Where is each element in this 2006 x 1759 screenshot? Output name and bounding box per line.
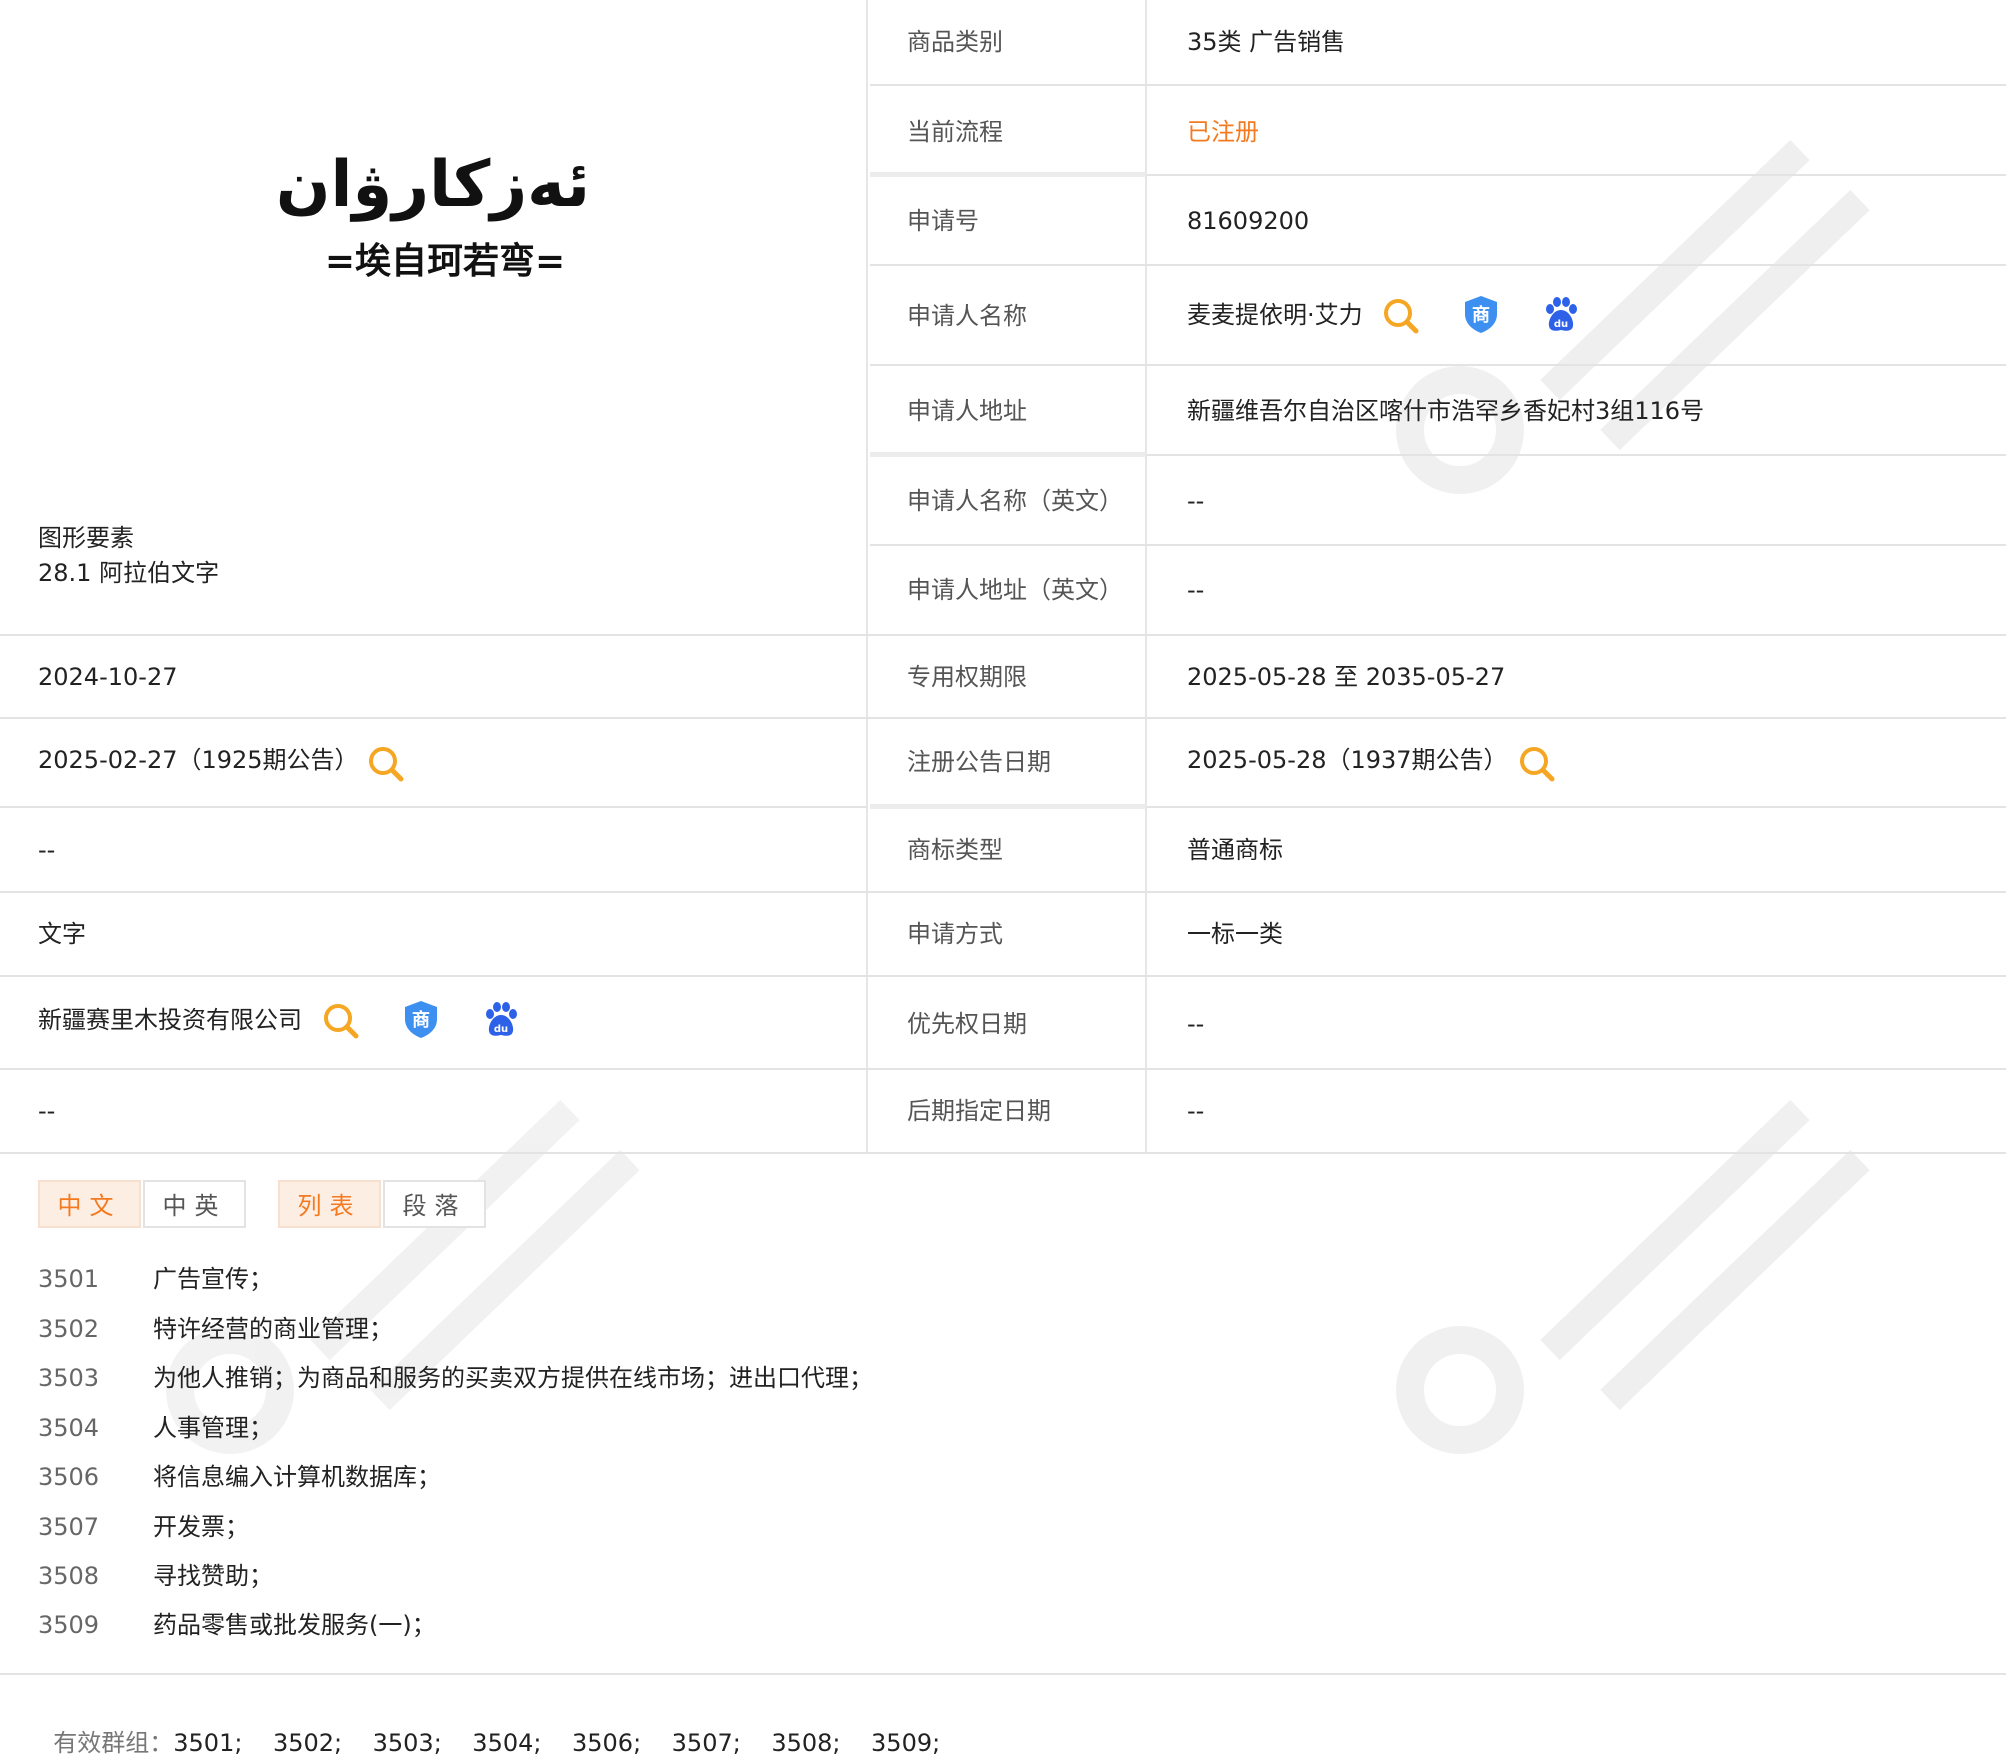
value-goods-class: 35类 广告销售 [1187, 28, 1346, 56]
label-current-process: 当前流程 [907, 118, 1003, 146]
value-later-designation-date: -- [1187, 1097, 1205, 1125]
service-name: 开发票； [153, 1513, 249, 1541]
watermark [166, 1099, 640, 1454]
tab-paragraph[interactable]: 段落 [383, 1180, 486, 1228]
value-trademark-type: 普通商标 [1187, 836, 1283, 864]
row-divider [1147, 174, 2006, 176]
value-applicant-address-en: -- [1187, 576, 1205, 604]
label-applicant-name-en: 申请人名称（英文） [907, 487, 1123, 515]
baidu-paw-icon[interactable] [481, 999, 521, 1039]
value-current-process: 已注册 [1187, 118, 1259, 146]
value-applicant-name-en: -- [1187, 487, 1205, 515]
trademark-shield-icon[interactable] [401, 999, 441, 1039]
search-icon[interactable] [1517, 744, 1557, 784]
label-goods-class: 商品类别 [907, 28, 1003, 56]
valid-groups-label: 有效群组： [53, 1729, 174, 1757]
value-left-empty-2: -- [38, 1097, 56, 1125]
tab-chinese[interactable]: 中文 [38, 1180, 141, 1228]
service-name: 人事管理； [153, 1414, 273, 1442]
label-exclusive-period: 专用权期限 [907, 663, 1027, 691]
value-left-empty-1: -- [38, 836, 56, 864]
service-code: 3501 [38, 1265, 100, 1293]
row-divider [870, 84, 2006, 86]
label-later-designation-date: 后期指定日期 [907, 1097, 1051, 1125]
service-code: 3506 [38, 1463, 100, 1491]
value-application-method: 一标一类 [1187, 920, 1283, 948]
baidu-paw-icon[interactable] [1541, 294, 1581, 334]
service-name: 广告宣传； [153, 1265, 273, 1293]
value-priority-date: -- [1187, 1010, 1205, 1038]
value-applicant-address: 新疆维吾尔自治区喀什市浩罕乡香妃村3组116号 [1187, 397, 1705, 425]
row-divider [1147, 806, 2006, 808]
label-application-number: 申请号 [907, 207, 979, 235]
service-name: 寻找赞助； [153, 1562, 273, 1590]
tab-chinese-english[interactable]: 中英 [143, 1180, 246, 1228]
row-divider [0, 1673, 2006, 1675]
value-applicant-name: 麦麦提依明·艾力 [1187, 301, 1363, 329]
row-divider [0, 717, 2006, 719]
watermark [1396, 139, 1870, 494]
row-divider [0, 634, 2006, 636]
service-code: 3503 [38, 1364, 100, 1392]
service-code: 3508 [38, 1562, 100, 1590]
search-icon[interactable] [1381, 296, 1421, 336]
label-trademark-type: 商标类型 [907, 836, 1003, 864]
column-divider [866, 0, 868, 1154]
value-registration-announcement-date: 2025-05-28（1937期公告） [1187, 746, 1508, 774]
row-divider [0, 1068, 2006, 1070]
row-divider [870, 452, 1146, 457]
service-code: 3509 [38, 1611, 100, 1639]
service-code: 3504 [38, 1414, 100, 1442]
service-name: 为他人推销；为商品和服务的买卖双方提供在线市场；进出口代理； [153, 1364, 873, 1392]
service-code: 3502 [38, 1315, 100, 1343]
label-applicant-address: 申请人地址 [907, 397, 1027, 425]
label-applicant-name: 申请人名称 [907, 302, 1027, 330]
row-divider [0, 975, 2006, 977]
label-registration-announcement-date: 注册公告日期 [907, 748, 1051, 776]
label-application-method: 申请方式 [907, 920, 1003, 948]
value-agency: 新疆赛里木投资有限公司 [38, 1006, 302, 1034]
label-priority-date: 优先权日期 [907, 1010, 1027, 1038]
value-mark-form: 文字 [38, 920, 86, 948]
search-icon[interactable] [366, 744, 406, 784]
row-divider [1147, 454, 2006, 456]
graphic-elements-value: 28.1 阿拉伯文字 [38, 559, 220, 587]
search-icon[interactable] [321, 1001, 361, 1041]
value-preliminary-announcement: 2025-02-27（1925期公告） [38, 746, 359, 774]
value-exclusive-period: 2025-05-28 至 2035-05-27 [1187, 663, 1506, 691]
trademark-logo: ئەزكارۋان =埃自珂若弯= [275, 140, 590, 310]
label-applicant-address-en: 申请人地址（英文） [907, 576, 1123, 604]
value-application-date: 2024-10-27 [38, 663, 178, 691]
tab-list[interactable]: 列表 [278, 1180, 381, 1228]
graphic-elements-title: 图形要素 [38, 524, 134, 552]
row-divider [0, 891, 2006, 893]
service-name: 药品零售或批发服务(一)； [153, 1611, 436, 1639]
service-code: 3507 [38, 1513, 100, 1541]
logo-arabic-text: ئەزكارۋان [275, 148, 590, 222]
row-divider [0, 806, 868, 808]
row-divider [870, 544, 2006, 546]
valid-groups: 有效群组：3501; 3502; 3503; 3504; 3506; 3507;… [38, 1695, 940, 1759]
watermark [1396, 1099, 1870, 1454]
row-divider [870, 264, 2006, 266]
valid-groups-values: 3501; 3502; 3503; 3504; 3506; 3507; 3508… [173, 1729, 941, 1757]
row-divider [870, 804, 1146, 809]
row-divider [870, 364, 2006, 366]
trademark-shield-icon[interactable] [1461, 294, 1501, 334]
row-divider [870, 172, 1146, 177]
row-divider [0, 1152, 2006, 1154]
value-application-number: 81609200 [1187, 207, 1310, 235]
logo-chinese-text: =埃自珂若弯= [324, 241, 566, 282]
service-name: 将信息编入计算机数据库； [153, 1463, 441, 1491]
service-name: 特许经营的商业管理； [153, 1315, 393, 1343]
